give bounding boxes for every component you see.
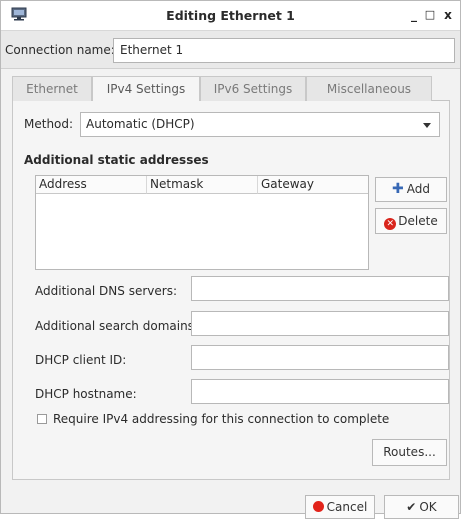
connection-name-row: Connection name: Ethernet 1 [1,31,460,69]
window-title: Editing Ethernet 1 [166,8,295,23]
ok-button-label: OK [419,500,437,514]
minimize-button[interactable]: _ [406,7,422,23]
close-button[interactable]: x [440,7,456,23]
dns-servers-label: Additional DNS servers: [35,284,177,298]
ipv4-settings-panel: Method: Automatic (DHCP) Additional stat… [12,101,450,480]
checkmark-icon: ✔ [406,500,417,514]
static-addresses-table[interactable]: Address Netmask Gateway [35,175,369,270]
method-label: Method: [24,117,74,131]
search-domains-input[interactable] [191,311,449,336]
tab-ipv6-settings[interactable]: IPv6 Settings [200,76,306,101]
maximize-button[interactable]: □ [422,7,438,23]
add-address-button[interactable]: ✚ Add [375,177,447,202]
cancel-icon [312,501,324,512]
chevron-down-icon [423,123,431,128]
title-bar: Editing Ethernet 1 _ □ x [1,1,460,31]
settings-tabs: Ethernet IPv4 Settings IPv6 Settings Mis… [12,76,450,102]
column-header-netmask[interactable]: Netmask [147,176,258,194]
column-header-address[interactable]: Address [36,176,147,194]
delete-button-label: Delete [398,214,438,228]
method-value: Automatic (DHCP) [86,117,195,131]
plus-icon: ✚ [392,181,404,197]
static-addresses-heading: Additional static addresses [24,153,209,167]
tab-ipv4-settings[interactable]: IPv4 Settings [92,76,200,102]
method-dropdown[interactable]: Automatic (DHCP) [80,112,440,137]
dhcp-hostname-label: DHCP hostname: [35,387,137,401]
require-ipv4-checkbox[interactable] [37,414,47,424]
ok-button[interactable]: ✔ OK [384,495,459,519]
require-ipv4-label: Require IPv4 addressing for this connect… [53,412,390,426]
edit-connection-window: Editing Ethernet 1 _ □ x Connection name… [0,0,461,519]
dhcp-hostname-input[interactable] [191,379,449,404]
require-ipv4-row[interactable]: Require IPv4 addressing for this connect… [37,412,389,426]
connection-name-input[interactable]: Ethernet 1 [113,38,455,63]
tab-ethernet[interactable]: Ethernet [12,76,92,101]
add-button-label: Add [406,182,430,196]
cancel-button-label: Cancel [326,500,368,514]
tab-miscellaneous[interactable]: Miscellaneous [306,76,432,101]
routes-button[interactable]: Routes... [372,439,447,466]
dhcp-client-id-input[interactable] [191,345,449,370]
delete-address-button[interactable]: ✕ Delete [375,208,447,234]
connection-name-label: Connection name: [5,43,115,57]
column-header-gateway[interactable]: Gateway [258,176,368,194]
delete-icon: ✕ [384,218,397,230]
dns-servers-input[interactable] [191,276,449,301]
dhcp-client-id-label: DHCP client ID: [35,353,127,367]
search-domains-label: Additional search domains: [35,319,198,333]
cancel-button[interactable]: Cancel [305,495,375,519]
